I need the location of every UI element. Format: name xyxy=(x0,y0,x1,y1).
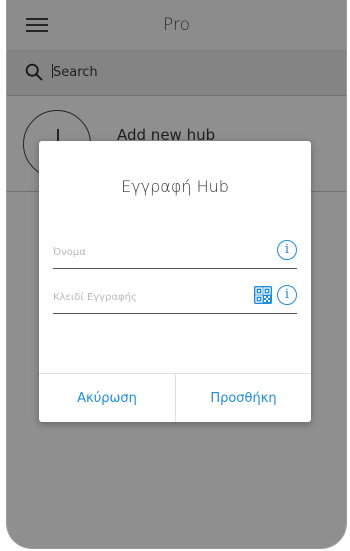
registration-key-input[interactable] xyxy=(53,287,233,307)
info-symbol: i xyxy=(284,287,290,302)
register-hub-dialog: Εγγραφή Hub i i Ακύρωση Προσθήκη xyxy=(39,141,311,422)
dialog-title: Εγγραφή Hub xyxy=(121,177,229,196)
name-field: i xyxy=(53,238,297,269)
info-symbol: i xyxy=(284,242,290,257)
registration-key-info-icon[interactable]: i xyxy=(277,285,297,305)
dialog-actions: Ακύρωση Προσθήκη xyxy=(39,373,311,422)
qr-code-icon[interactable] xyxy=(254,286,272,304)
name-info-icon[interactable]: i xyxy=(277,240,297,260)
name-input[interactable] xyxy=(53,242,233,262)
cancel-button[interactable]: Ακύρωση xyxy=(39,374,175,422)
registration-key-field: i xyxy=(53,283,297,314)
add-button[interactable]: Προσθήκη xyxy=(175,374,311,422)
